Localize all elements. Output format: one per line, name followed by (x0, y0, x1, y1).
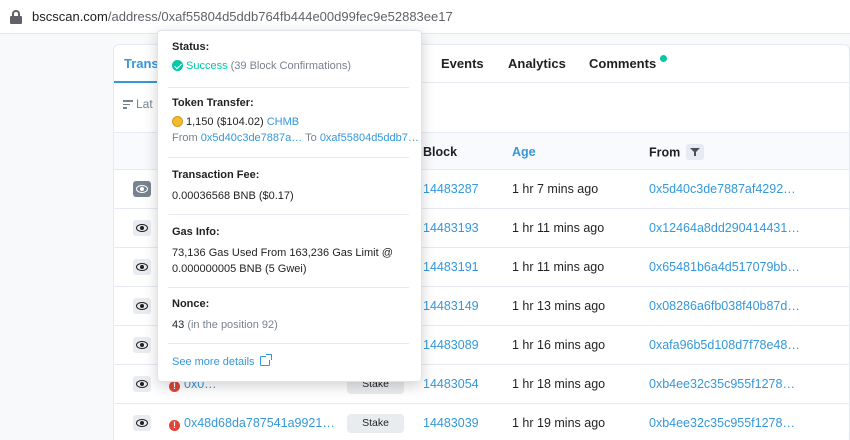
from-address-link[interactable]: 0x08286a6fb038f40b87d… (649, 299, 800, 313)
age-text: 1 hr 19 mins ago (512, 416, 606, 430)
age-text: 1 hr 18 mins ago (512, 377, 606, 391)
eye-icon[interactable] (133, 376, 151, 392)
more-details-section: See more details (172, 354, 409, 368)
age-text: 1 hr 7 mins ago (512, 182, 599, 196)
block-link[interactable]: 14483193 (423, 221, 479, 235)
block-link[interactable]: 14483287 (423, 182, 479, 196)
external-link-icon (259, 354, 272, 366)
age-text: 1 hr 16 mins ago (512, 338, 606, 352)
block-link[interactable]: 14483054 (423, 377, 479, 391)
txn-hash-link[interactable]: ! 0x48d68da787541a9921… (169, 416, 335, 431)
error-icon: ! (169, 420, 180, 431)
token-symbol-link[interactable]: CHMB (267, 116, 299, 128)
gas-used: 73,136 Gas Used From 163,236 Gas Limit @ (172, 247, 393, 259)
divider (168, 214, 409, 215)
block-link[interactable]: 14483149 (423, 299, 479, 313)
block-link[interactable]: 14483039 (423, 416, 479, 430)
status-section: Status: Success (39 Block Confirmations) (172, 41, 409, 72)
method-badge: Stake (347, 414, 404, 433)
block-link[interactable]: 14483089 (423, 338, 479, 352)
column-block: Block (423, 145, 458, 159)
from-address-link[interactable]: 0x12464a8dd290414431… (649, 221, 800, 235)
token-amount: 1,150 ($104.02) (186, 116, 264, 128)
see-more-details-link[interactable]: See more details (172, 354, 272, 368)
transfer-from-link[interactable]: 0x5d40c3de7887a… (201, 132, 303, 144)
divider (168, 343, 409, 344)
status-title: Status: (172, 41, 210, 53)
lock-icon[interactable] (10, 9, 22, 24)
eye-icon[interactable] (133, 220, 151, 236)
divider (168, 87, 409, 88)
transaction-details-popover: Status: Success (39 Block Confirmations)… (157, 30, 422, 382)
gas-price: 0.000000005 BNB (5 Gwei) (172, 263, 307, 275)
tab-analytics[interactable]: Analytics (508, 56, 566, 71)
from-address-link[interactable]: 0x5d40c3de7887af4292… (649, 182, 796, 196)
sort-icon (123, 99, 133, 109)
from-address-link[interactable]: 0x65481b6a4d517079bb… (649, 260, 800, 274)
error-icon: ! (169, 381, 180, 392)
gas-info-section: Gas Info: 73,136 Gas Used From 163,236 G… (172, 226, 409, 275)
table-row: ! 0x48d68da787541a9921… Stake 14483039 1 … (114, 404, 849, 440)
filter-icon[interactable] (686, 144, 705, 160)
gas-title: Gas Info: (172, 226, 220, 238)
age-text: 1 hr 11 mins ago (512, 221, 605, 235)
nonce-section: Nonce: 43 (in the position 92) (172, 298, 409, 331)
nonce-value: 43 (172, 319, 185, 331)
active-tab-indicator (114, 81, 158, 83)
age-text: 1 hr 11 mins ago (512, 260, 605, 274)
from-address-link[interactable]: 0xb4ee32c35c955f1278… (649, 377, 795, 391)
column-from: From (649, 144, 705, 161)
token-transfer-title: Token Transfer: (172, 97, 254, 109)
from-address-link[interactable]: 0xb4ee32c35c955f1278… (649, 416, 795, 430)
eye-icon[interactable] (133, 298, 151, 314)
column-age[interactable]: Age (512, 145, 536, 159)
fee-value: 0.00036568 BNB ($0.17) (172, 190, 294, 202)
token-coin-icon (172, 116, 183, 127)
latest-transactions-label: Lat (123, 97, 153, 111)
url-text[interactable]: bscscan.com/address/0xaf55804d5ddb764fb4… (32, 9, 453, 24)
status-value: Success (186, 60, 228, 72)
eye-icon[interactable] (133, 415, 151, 431)
nonce-title: Nonce: (172, 298, 210, 310)
age-text: 1 hr 13 mins ago (512, 299, 606, 313)
block-confirmations: (39 Block Confirmations) (230, 60, 352, 72)
eye-icon[interactable] (133, 259, 151, 275)
divider (168, 157, 409, 158)
tab-transactions[interactable]: Trans (124, 56, 159, 71)
tab-events[interactable]: Events (441, 56, 484, 71)
eye-icon[interactable] (133, 181, 151, 197)
from-address-link[interactable]: 0xafa96b5d108d7f78e48… (649, 338, 800, 352)
divider (168, 287, 409, 288)
transaction-fee-section: Transaction Fee: 0.00036568 BNB ($0.17) (172, 169, 409, 202)
address-bar[interactable]: bscscan.com/address/0xaf55804d5ddb764fb4… (0, 0, 850, 34)
transfer-to-link[interactable]: 0xaf55804d5ddb7… (320, 132, 419, 144)
token-transfer-section: Token Transfer: 1,150 ($104.02) CHMB Fro… (172, 97, 419, 144)
tab-comments[interactable]: Comments (589, 55, 668, 71)
eye-icon[interactable] (133, 337, 151, 353)
block-link[interactable]: 14483191 (423, 260, 479, 274)
success-check-icon (172, 60, 183, 71)
fee-title: Transaction Fee: (172, 169, 260, 181)
nonce-position: (in the position 92) (187, 319, 278, 331)
new-comment-dot (660, 55, 668, 62)
